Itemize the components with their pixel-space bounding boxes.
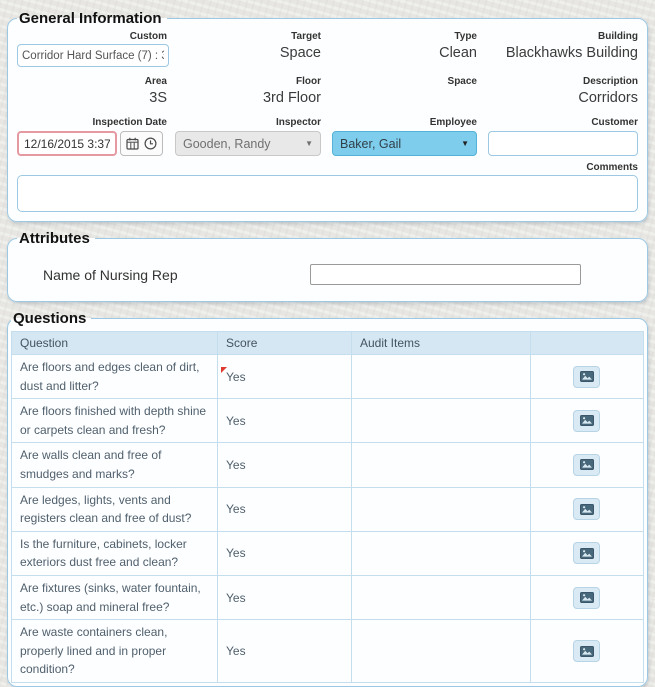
nursing-rep-label: Name of Nursing Rep xyxy=(43,267,310,283)
image-cell xyxy=(530,355,643,399)
table-header-row: Question Score Audit Items xyxy=(12,332,644,355)
floor-value: 3rd Floor xyxy=(263,89,321,108)
modified-flag-icon xyxy=(221,367,227,373)
score-cell[interactable]: Yes xyxy=(218,620,352,683)
attribute-row: Name of Nursing Rep xyxy=(43,264,638,285)
space-label: Space xyxy=(448,76,477,87)
question-cell: Is the furniture, cabinets, locker exter… xyxy=(12,531,218,575)
date-time-picker-buttons[interactable] xyxy=(120,131,163,156)
add-image-button[interactable] xyxy=(573,542,600,564)
table-row: Are fixtures (sinks, water fountain, etc… xyxy=(12,575,644,619)
type-value: Clean xyxy=(439,44,477,63)
audit-items-cell xyxy=(352,620,531,683)
audit-items-cell xyxy=(352,575,531,619)
general-info-row-1: Custom Target Space Type Clean Building … xyxy=(17,31,638,67)
nursing-rep-input[interactable] xyxy=(310,264,581,285)
type-label: Type xyxy=(454,31,477,42)
add-image-button[interactable] xyxy=(573,587,600,609)
area-value: 3S xyxy=(149,89,167,108)
comments-textarea[interactable] xyxy=(17,175,638,212)
actions-column-header xyxy=(530,332,643,355)
image-cell xyxy=(530,443,643,487)
chevron-down-icon: ▼ xyxy=(461,140,469,148)
custom-input[interactable] xyxy=(17,44,169,67)
description-value: Corridors xyxy=(578,89,638,108)
image-cell xyxy=(530,575,643,619)
building-value: Blackhawks Building xyxy=(506,44,638,63)
description-label: Description xyxy=(583,76,638,87)
questions-table: Question Score Audit Items Are floors an… xyxy=(11,331,644,683)
audit-items-cell xyxy=(352,487,531,531)
inspector-label: Inspector xyxy=(276,117,321,128)
question-cell: Are floors finished with depth shine or … xyxy=(12,399,218,443)
customer-label: Customer xyxy=(591,117,638,128)
audit-items-cell xyxy=(352,355,531,399)
add-image-button[interactable] xyxy=(573,410,600,432)
table-row: Are waste containers clean, properly lin… xyxy=(12,620,644,683)
comments-block: Comments xyxy=(17,162,638,212)
customer-input[interactable] xyxy=(488,131,638,156)
target-value: Space xyxy=(280,44,321,63)
add-image-button[interactable] xyxy=(573,454,600,476)
attributes-legend: Attributes xyxy=(17,230,95,247)
question-cell: Are ledges, lights, vents and registers … xyxy=(12,487,218,531)
floor-label: Floor xyxy=(296,76,321,87)
questions-legend: Questions xyxy=(11,310,91,327)
target-label: Target xyxy=(291,31,321,42)
inspection-date-input[interactable] xyxy=(17,131,117,156)
clock-icon[interactable] xyxy=(144,137,157,150)
chevron-down-icon: ▼ xyxy=(305,140,313,148)
table-row: Are ledges, lights, vents and registers … xyxy=(12,487,644,531)
score-cell[interactable]: Yes xyxy=(218,355,352,399)
audit-items-cell xyxy=(352,399,531,443)
add-image-button[interactable] xyxy=(573,640,600,662)
table-row: Are walls clean and free of smudges and … xyxy=(12,443,644,487)
question-cell: Are walls clean and free of smudges and … xyxy=(12,443,218,487)
image-cell xyxy=(530,620,643,683)
question-cell: Are floors and edges clean of dirt, dust… xyxy=(12,355,218,399)
inspector-select[interactable]: Gooden, Randy ▼ xyxy=(175,131,321,156)
score-cell[interactable]: Yes xyxy=(218,531,352,575)
custom-label: Custom xyxy=(130,31,167,42)
audit-items-column-header: Audit Items xyxy=(352,332,531,355)
score-cell[interactable]: Yes xyxy=(218,443,352,487)
employee-label: Employee xyxy=(430,117,477,128)
calendar-icon[interactable] xyxy=(126,137,139,150)
score-cell[interactable]: Yes xyxy=(218,399,352,443)
audit-items-cell xyxy=(352,443,531,487)
table-row: Are floors and edges clean of dirt, dust… xyxy=(12,355,644,399)
image-cell xyxy=(530,531,643,575)
comments-label: Comments xyxy=(586,162,638,173)
building-label: Building xyxy=(598,31,638,42)
add-image-button[interactable] xyxy=(573,366,600,388)
area-label: Area xyxy=(145,76,167,87)
score-cell[interactable]: Yes xyxy=(218,575,352,619)
inspection-date-label: Inspection Date xyxy=(93,117,167,128)
table-row: Is the furniture, cabinets, locker exter… xyxy=(12,531,644,575)
table-row: Are floors finished with depth shine or … xyxy=(12,399,644,443)
score-column-header: Score xyxy=(218,332,352,355)
general-info-row-3: Inspection Date xyxy=(17,117,638,156)
general-information-legend: General Information xyxy=(17,10,167,27)
employee-select[interactable]: Baker, Gail ▼ xyxy=(332,131,477,156)
score-cell[interactable]: Yes xyxy=(218,487,352,531)
image-cell xyxy=(530,399,643,443)
question-cell: Are waste containers clean, properly lin… xyxy=(12,620,218,683)
audit-items-cell xyxy=(352,531,531,575)
image-cell xyxy=(530,487,643,531)
general-information-section: General Information Custom Target Space … xyxy=(7,10,648,222)
employee-selected-value: Baker, Gail xyxy=(340,137,401,151)
inspector-selected-value: Gooden, Randy xyxy=(183,137,271,151)
add-image-button[interactable] xyxy=(573,498,600,520)
question-column-header: Question xyxy=(12,332,218,355)
question-cell: Are fixtures (sinks, water fountain, etc… xyxy=(12,575,218,619)
attributes-section: Attributes Name of Nursing Rep xyxy=(7,230,648,302)
questions-section: Questions Question Score Audit Items Are… xyxy=(7,310,648,687)
general-info-row-2: Area 3S Floor 3rd Floor Space Descriptio… xyxy=(17,76,638,108)
